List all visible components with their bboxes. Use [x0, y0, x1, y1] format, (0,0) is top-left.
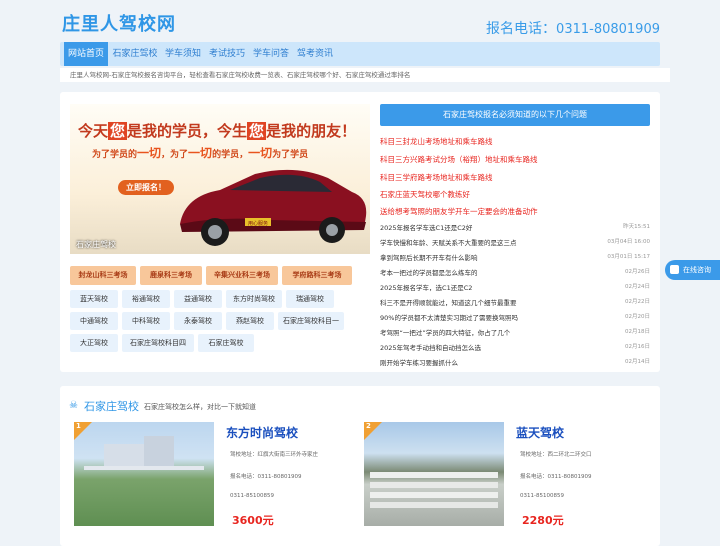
site-logo[interactable]: 庄里人驾校网: [62, 10, 176, 36]
school-tag[interactable]: 裕通驾校: [122, 290, 170, 308]
hot-link[interactable]: 科目三封龙山考场地址和乘车路线: [380, 136, 493, 147]
exam-site-tag[interactable]: 学府路科三考场: [282, 266, 352, 285]
news-date: 03月01日 15:17: [607, 254, 650, 260]
online-consult-button[interactable]: 在线咨询: [665, 260, 720, 280]
chat-icon: [670, 265, 679, 274]
school-tag[interactable]: 永泰驾校: [174, 312, 222, 330]
school-tag[interactable]: 石家庄驾校: [198, 334, 254, 352]
nav-item-notice[interactable]: 学车须知: [162, 42, 204, 66]
hot-link[interactable]: 科目三方兴路考试分场（裕翔）地址和乘车路线: [380, 154, 538, 165]
rank-number: 1: [76, 422, 81, 430]
hot-link[interactable]: 送给想考驾照的朋友学开车一定要会的准备动作: [380, 206, 538, 217]
banner-caption: 石家庄驾校: [76, 240, 116, 249]
nav-item-tips[interactable]: 考试技巧: [206, 42, 248, 66]
trophy-icon: ☠: [69, 400, 78, 411]
news-date: 02月24日: [625, 284, 650, 290]
nav-item-qa[interactable]: 学车问答: [250, 42, 292, 66]
news-row[interactable]: 2025年报名学车，选C1还是C2 02月24日: [380, 282, 650, 292]
news-title: 考驾照“一把过”学员的四大特征，你占了几个: [380, 329, 511, 337]
school-tag[interactable]: 瑞通驾校: [286, 290, 334, 308]
school-phone: 报名电话：0311-80801909: [520, 474, 592, 480]
news-row[interactable]: 90%的学员都不太清楚实习期过了需要换驾照吗 02月20日: [380, 312, 650, 322]
main-nav: 网站首页 石家庄驾校 学车须知 考试技巧 学车问答 驾考资讯: [60, 42, 660, 66]
school-tag[interactable]: 益通驾校: [174, 290, 222, 308]
news-title: 2025年报名学车，选C1还是C2: [380, 284, 473, 292]
news-row[interactable]: 2025年驾考手动挡和自动挡怎么选 02月16日: [380, 342, 650, 352]
exam-site-tag[interactable]: 鹿泉科三考场: [140, 266, 202, 285]
exam-site-tag[interactable]: 辛集兴业科三考场: [206, 266, 278, 285]
site-header: 庄里人驾校网 报名电话：0311-80801909: [60, 0, 660, 42]
main-panel: 今天您是我的学员，今生您是我的朋友！ 为了学员的一切，为了一切的学员，一切为了学…: [60, 92, 660, 372]
nav-item-home[interactable]: 网站首页: [64, 42, 108, 66]
school-name-link[interactable]: 东方时尚驾校: [226, 424, 298, 441]
news-row[interactable]: 考驾照“一把过”学员的四大特征，你占了几个 02月18日: [380, 327, 650, 337]
campus-illustration-icon: [84, 436, 204, 470]
car-lot-illustration-icon: [370, 472, 498, 508]
section-subtitle: 石家庄驾校怎么样，对比一下就知道: [144, 403, 256, 411]
hot-link[interactable]: 石家庄蓝天驾校哪个教练好: [380, 189, 470, 200]
news-row[interactable]: 考本一把过的学员都是怎么练车的 02月26日: [380, 267, 650, 277]
school-address: 驾校地址：红旗大街南三环外寺家庄: [230, 452, 319, 458]
news-title: 考本一把过的学员都是怎么练车的: [380, 269, 478, 277]
rank-number: 2: [366, 422, 371, 430]
school-tag[interactable]: 石家庄驾校科目四: [122, 334, 194, 352]
school-tag[interactable]: 蓝天驾校: [70, 290, 118, 308]
section-title[interactable]: 石家庄驾校: [84, 398, 139, 414]
news-row[interactable]: 科三不是开得顺就能过，知道这几个细节最重要 02月22日: [380, 297, 650, 307]
news-date: 02月16日: [625, 344, 650, 350]
news-title: 刚开始学车练习要握抓什么: [380, 359, 458, 367]
school-photo[interactable]: 2: [364, 422, 504, 526]
news-date: 02月20日: [625, 314, 650, 320]
promo-banner[interactable]: 今天您是我的学员，今生您是我的朋友！ 为了学员的一切，为了一切的学员，一切为了学…: [70, 104, 370, 254]
phone-label: 报名电话：: [486, 21, 557, 37]
school-phone: 报名电话：0311-80801909: [230, 474, 302, 480]
online-consult-label: 在线咨询: [683, 266, 711, 274]
school-phone-alt: 0311-85100859: [230, 493, 274, 499]
school-tag[interactable]: 中科驾校: [122, 312, 170, 330]
school-tag[interactable]: 中通驾校: [70, 312, 118, 330]
hot-link[interactable]: 科目三学府路考场地址和乘车路线: [380, 172, 493, 183]
news-row[interactable]: 学车快慢和年龄、天赋关系不大重要的是这三点 03月04日 16:00: [380, 237, 650, 247]
schools-panel: ☠ 石家庄驾校 石家庄驾校怎么样，对比一下就知道 1 东方时尚驾校 驾校地址：红…: [60, 386, 660, 546]
news-title: 90%的学员都不太清楚实习期过了需要换驾照吗: [380, 314, 518, 322]
news-date: 昨天15:51: [623, 224, 650, 230]
school-phone-alt: 0311-85100859: [520, 493, 564, 499]
news-date: 02月22日: [625, 299, 650, 305]
faq-title-button[interactable]: 石家庄驾校报名必须知道的以下几个问题: [380, 104, 650, 126]
news-title: 2025年报名学车选C1还是C2好: [380, 224, 473, 232]
nav-item-news[interactable]: 驾考资讯: [294, 42, 336, 66]
nav-item-schools[interactable]: 石家庄驾校: [110, 42, 160, 66]
phone-box: 报名电话：0311-80801909: [486, 18, 660, 38]
school-photo[interactable]: 1: [74, 422, 214, 526]
school-address: 驾校地址：西二环北二环交口: [520, 452, 592, 458]
school-tag[interactable]: 燕赵驾校: [226, 312, 274, 330]
school-name-link[interactable]: 蓝天驾校: [516, 424, 564, 441]
school-tag[interactable]: 东方时尚驾校: [226, 290, 282, 308]
school-price: 3600元: [232, 514, 274, 527]
school-tag[interactable]: 大正驾校: [70, 334, 118, 352]
car-illustration-icon: 用心服务: [180, 169, 367, 246]
news-row[interactable]: 2025年报名学车选C1还是C2好 昨天15:51: [380, 222, 650, 232]
phone-number: 0311-80801909: [556, 22, 660, 37]
news-row[interactable]: 拿到驾照后长期不开车有什么影响 03月01日 15:17: [380, 252, 650, 262]
school-price: 2280元: [522, 514, 564, 527]
school-tag[interactable]: 石家庄驾校科目一: [278, 312, 344, 330]
news-title: 科三不是开得顺就能过，知道这几个细节最重要: [380, 299, 517, 307]
news-date: 02月18日: [625, 329, 650, 335]
news-title: 2025年驾考手动挡和自动挡怎么选: [380, 344, 482, 352]
news-title: 学车快慢和年龄、天赋关系不大重要的是这三点: [380, 239, 517, 247]
news-date: 03月04日 16:00: [607, 239, 650, 245]
news-row[interactable]: 刚开始学车练习要握抓什么 02月14日: [380, 357, 650, 367]
news-date: 02月14日: [625, 359, 650, 365]
car-plate: 用心服务: [248, 220, 268, 227]
site-description: 庄里人驾校网-石家庄驾校报名咨询平台，轻松查看石家庄驾校收费一览表、石家庄驾校哪…: [60, 68, 670, 82]
news-title: 拿到驾照后长期不开车有什么影响: [380, 254, 478, 262]
exam-site-tag[interactable]: 封龙山科三考场: [70, 266, 136, 285]
news-date: 02月26日: [625, 269, 650, 275]
